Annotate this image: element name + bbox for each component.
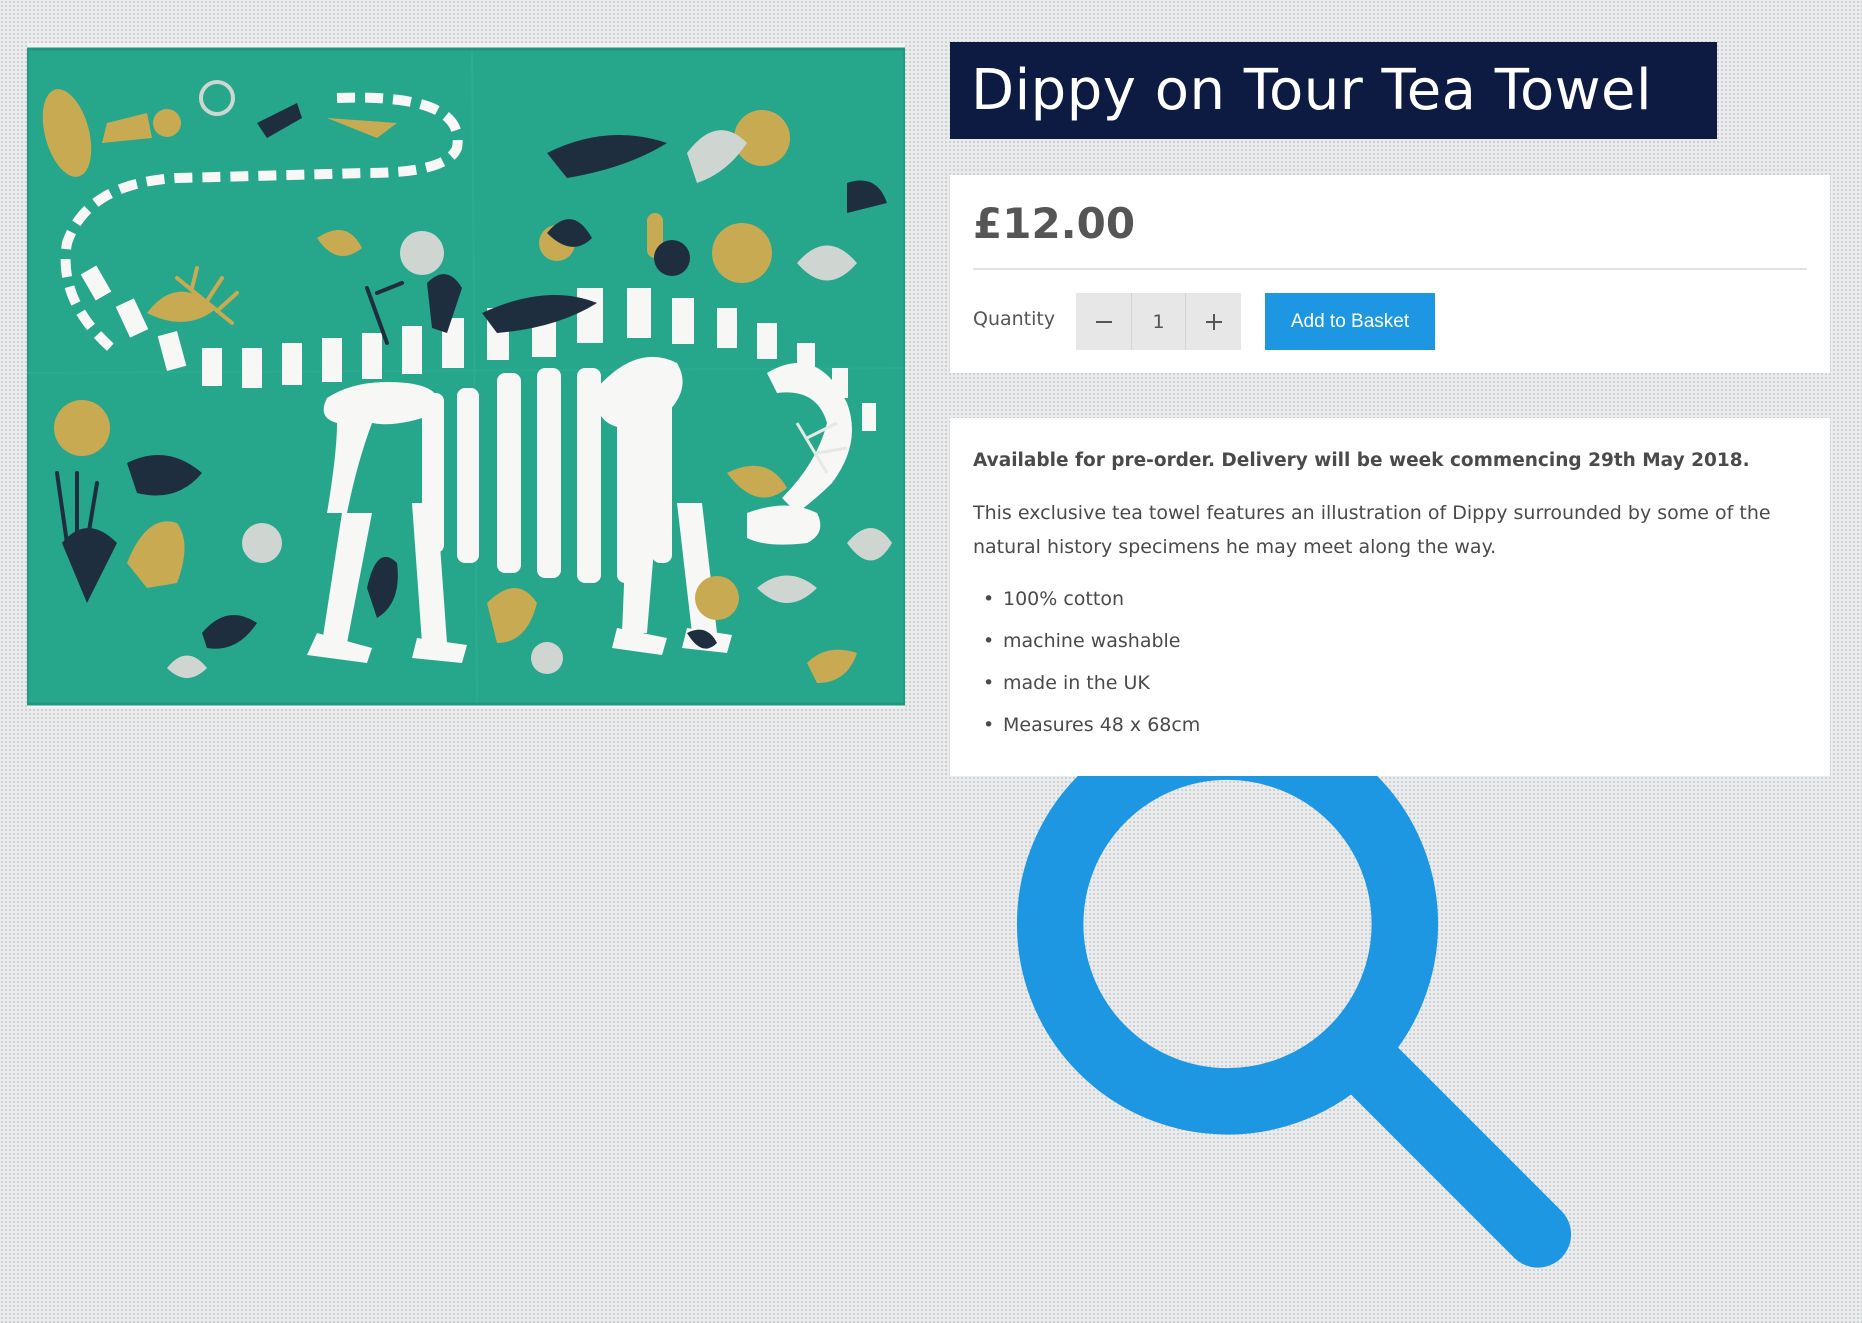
- product-price: £12.00: [973, 199, 1136, 248]
- quantity-decrease-button[interactable]: [1076, 293, 1131, 350]
- list-item: made in the UK: [983, 662, 1807, 704]
- tea-towel-illustration: [27, 47, 905, 706]
- minus-icon: [1095, 320, 1112, 323]
- list-item: 100% cotton: [983, 578, 1807, 620]
- quantity-stepper: 1: [1076, 293, 1241, 350]
- list-item: Measures 48 x 68cm: [983, 704, 1807, 746]
- product-title-banner: Dippy on Tour Tea Towel: [950, 42, 1717, 139]
- divider: [973, 268, 1807, 270]
- purchase-panel: £12.00 Quantity 1 Add to Basket: [950, 175, 1830, 373]
- description-intro: This exclusive tea towel features an ill…: [973, 502, 1771, 558]
- quantity-label: Quantity: [973, 308, 1056, 330]
- list-item: machine washable: [983, 620, 1807, 662]
- add-to-basket-button[interactable]: Add to Basket: [1265, 293, 1435, 350]
- preorder-notice: Available for pre-order. Delivery will b…: [973, 450, 1750, 471]
- product-title: Dippy on Tour Tea Towel: [971, 58, 1653, 123]
- description-panel: Available for pre-order. Delivery will b…: [950, 418, 1830, 776]
- feature-list: 100% cotton machine washable made in the…: [973, 578, 1807, 746]
- quantity-increase-button[interactable]: [1186, 293, 1241, 350]
- plus-icon: [1205, 313, 1222, 330]
- quantity-input[interactable]: 1: [1131, 293, 1186, 350]
- zoom-icon[interactable]: [855, 658, 1572, 1268]
- product-image[interactable]: [27, 43, 1572, 1268]
